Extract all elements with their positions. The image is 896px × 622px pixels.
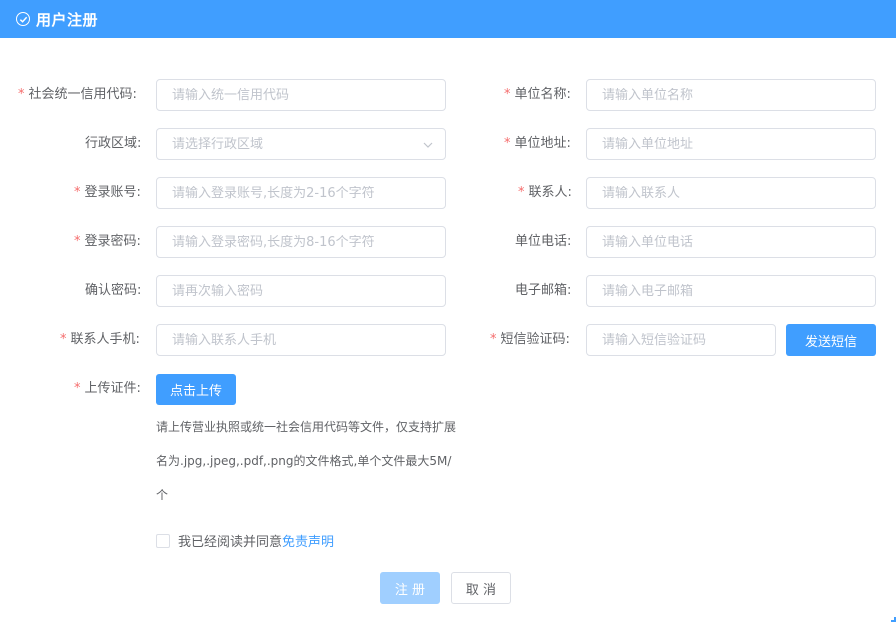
region-select-input[interactable]: [172, 136, 430, 152]
register-button[interactable]: 注 册: [380, 572, 440, 604]
region-label: 行政区域:: [85, 136, 142, 151]
unit-address-input[interactable]: [602, 136, 860, 152]
upload-label: * 上传证件:: [74, 381, 141, 396]
resize-corner: [891, 617, 896, 622]
email-field[interactable]: [586, 275, 876, 307]
region-select[interactable]: [156, 128, 446, 160]
unit-phone-field[interactable]: [586, 226, 876, 258]
credit-code-label: * 社会统一信用代码:: [18, 87, 137, 102]
contact-mobile-label: * 联系人手机:: [60, 332, 140, 347]
unit-name-input[interactable]: [602, 87, 860, 103]
confirm-password-input[interactable]: [172, 283, 430, 299]
send-sms-button[interactable]: 发送短信: [786, 324, 876, 356]
unit-phone-label: 单位电话:: [515, 234, 572, 249]
upload-hint-line-1: 请上传营业执照或统一社会信用代码等文件，仅支持扩展: [156, 420, 457, 434]
title-bar: 用户注册: [0, 0, 896, 38]
account-input[interactable]: [172, 185, 430, 201]
agreement-row[interactable]: 我已经阅读并同意 免责声明: [156, 531, 334, 550]
sms-code-field[interactable]: [586, 324, 776, 356]
unit-name-label: * 单位名称:: [504, 87, 571, 102]
account-field[interactable]: [156, 177, 446, 209]
unit-address-label: * 单位地址:: [504, 136, 571, 151]
dialog-title: 用户注册: [36, 10, 99, 29]
sms-code-input[interactable]: [602, 332, 760, 348]
unit-address-field[interactable]: [586, 128, 876, 160]
chevron-down-icon[interactable]: [423, 140, 433, 150]
sms-code-label: * 短信验证码:: [490, 332, 570, 347]
email-label: 电子邮箱:: [515, 283, 572, 298]
credit-code-input[interactable]: [172, 87, 430, 103]
password-input[interactable]: [172, 234, 430, 250]
contact-input[interactable]: [602, 185, 860, 201]
upload-hint-line-2: 名为.jpg,.jpeg,.pdf,.png的文件格式,单个文件最大5M/: [156, 454, 452, 468]
disclaimer-link[interactable]: 免责声明: [282, 531, 334, 550]
email-input[interactable]: [602, 283, 860, 299]
contact-field[interactable]: [586, 177, 876, 209]
check-circle-icon: [16, 12, 30, 26]
password-label: * 登录密码:: [74, 234, 141, 249]
confirm-password-field[interactable]: [156, 275, 446, 307]
contact-mobile-input[interactable]: [172, 332, 430, 348]
account-label: * 登录账号:: [74, 185, 141, 200]
unit-name-field[interactable]: [586, 79, 876, 111]
register-form: *社会统一信用代码: *单位名称: 行政区域: *单位地址: *登录账号: *联…: [0, 38, 896, 622]
password-field[interactable]: [156, 226, 446, 258]
credit-code-field[interactable]: [156, 79, 446, 111]
cancel-button[interactable]: 取 消: [451, 572, 511, 604]
upload-button[interactable]: 点击上传: [156, 374, 236, 405]
confirm-password-label: 确认密码:: [85, 283, 142, 298]
unit-phone-input[interactable]: [602, 234, 860, 250]
agreement-checkbox[interactable]: [156, 533, 170, 548]
contact-mobile-field[interactable]: [156, 324, 446, 356]
agreement-text: 我已经阅读并同意: [178, 535, 283, 550]
contact-label: * 联系人:: [518, 185, 572, 200]
upload-hint-line-3: 个: [156, 488, 169, 502]
